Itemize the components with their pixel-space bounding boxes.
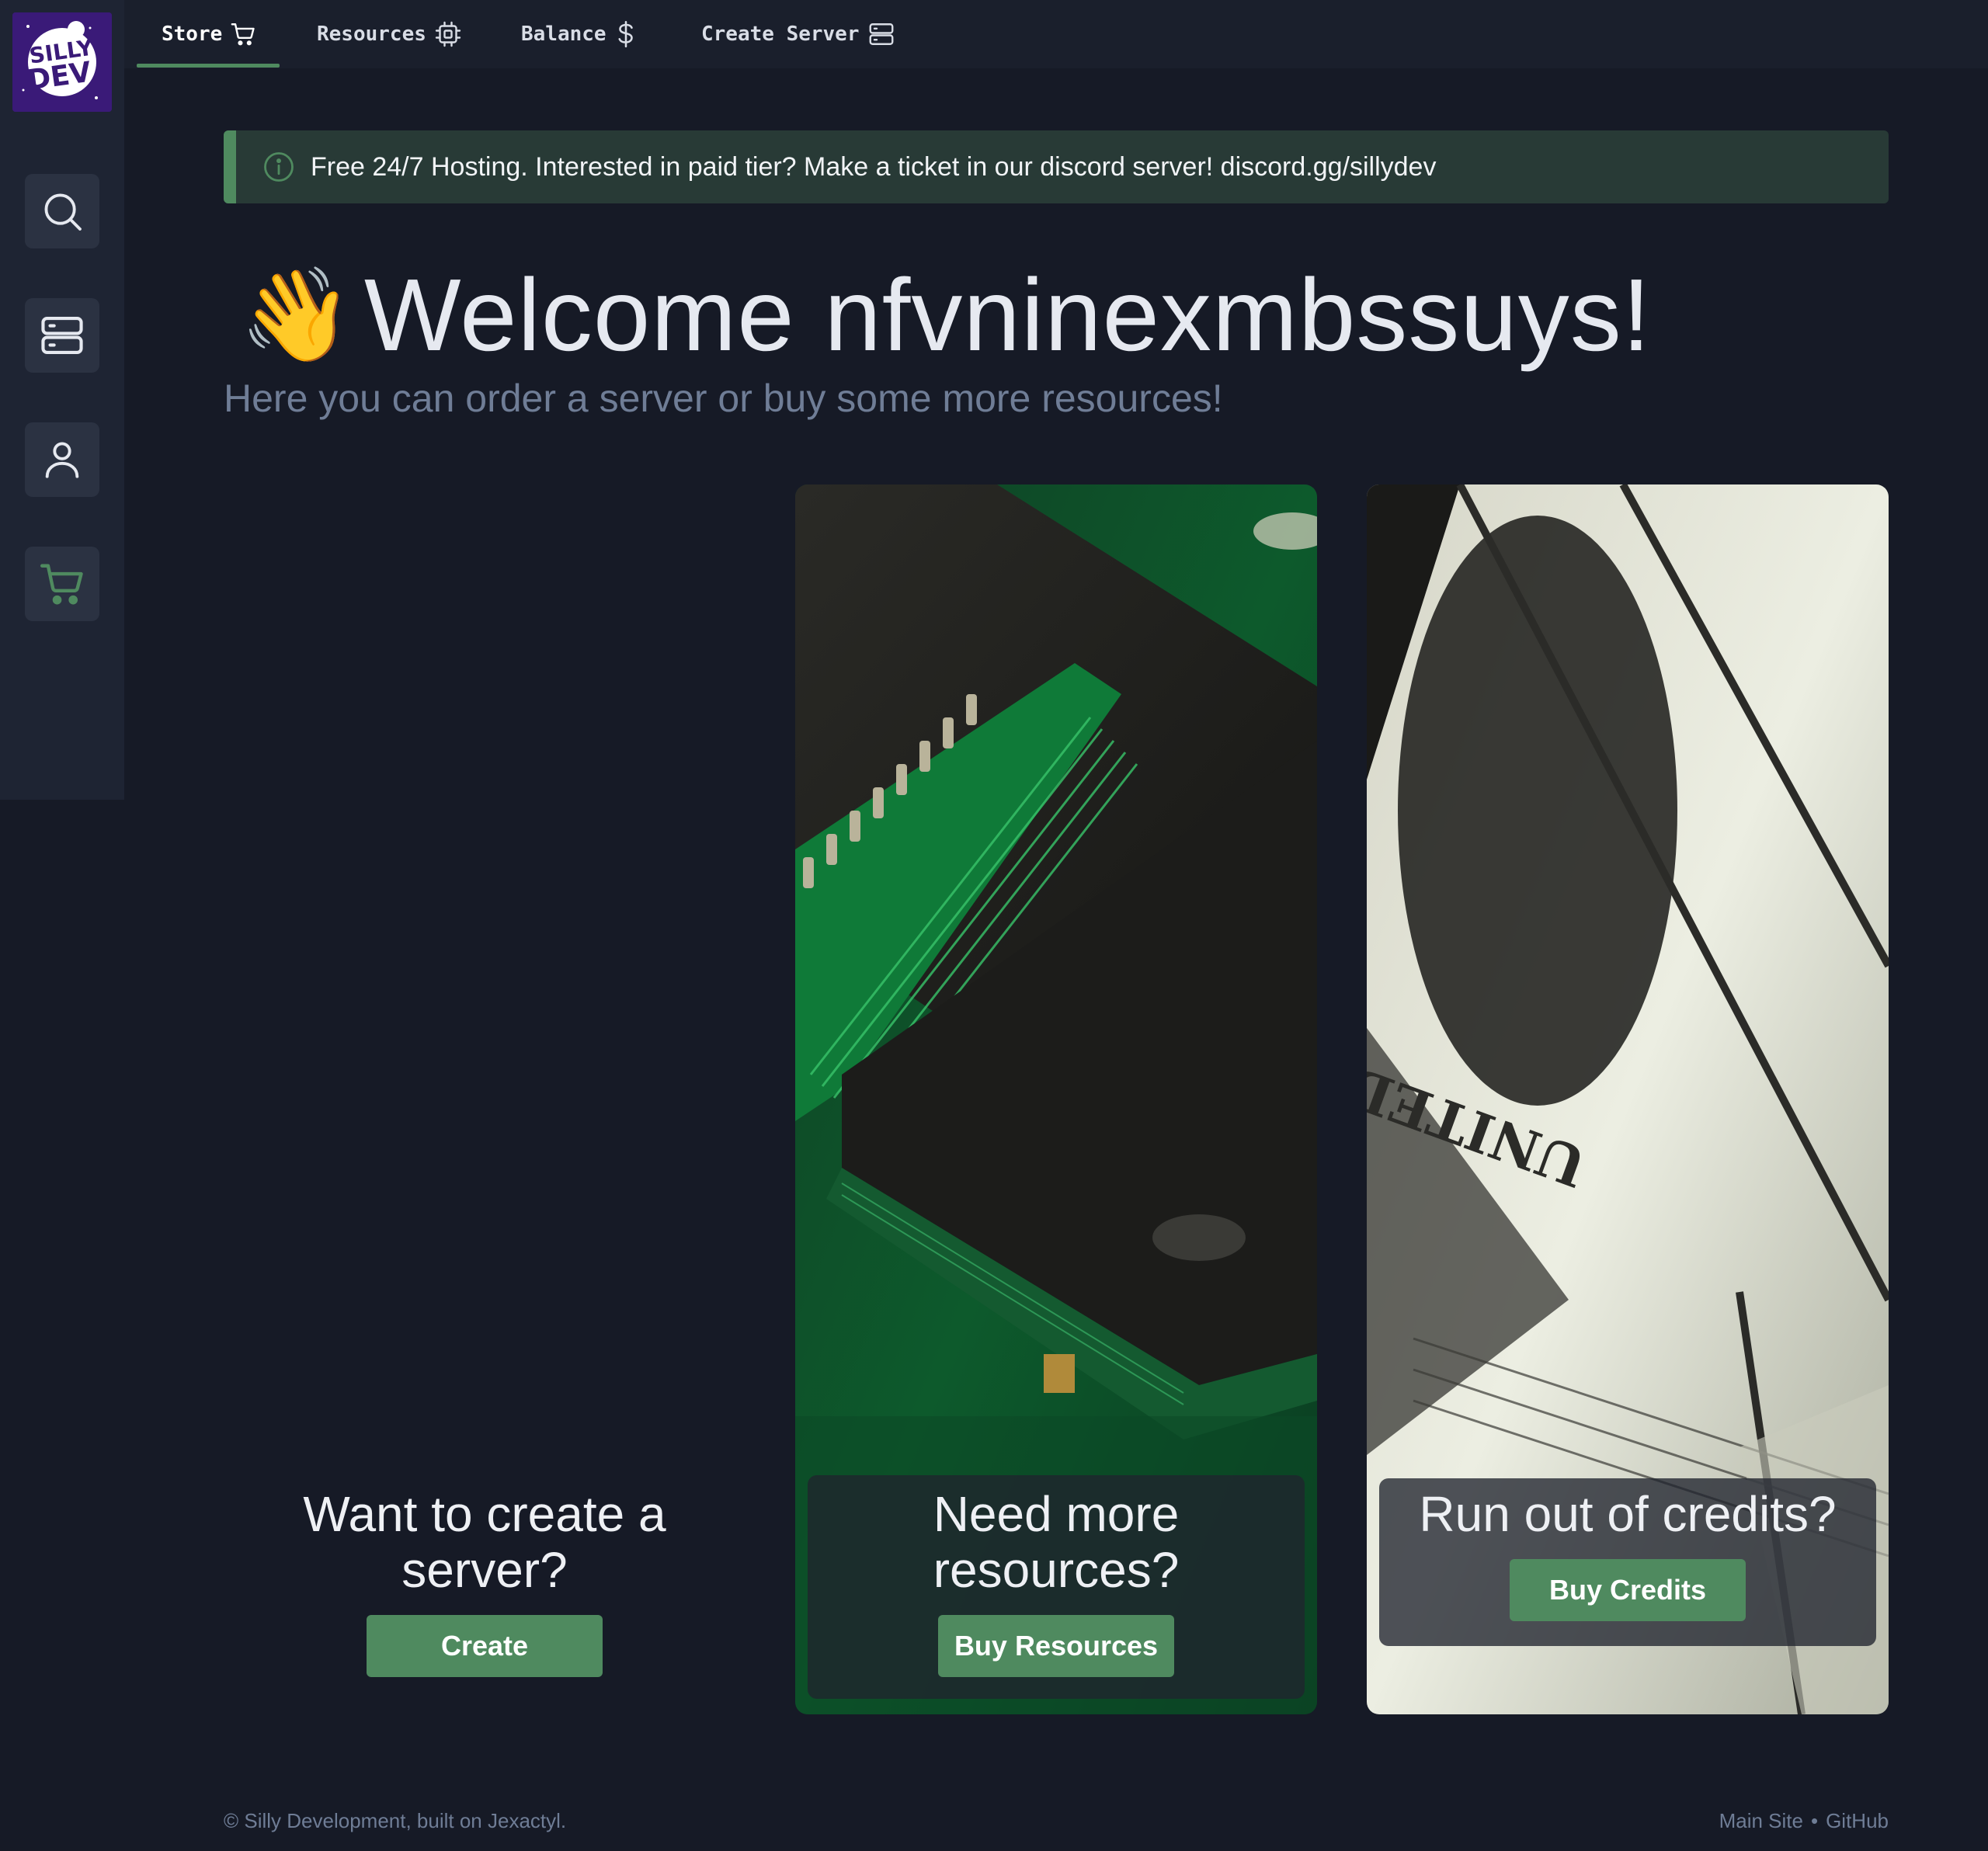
cart-icon xyxy=(40,564,83,605)
create-server-card: Want to create a server? Create xyxy=(224,484,746,1714)
tab-create-server-label: Create Server xyxy=(701,23,860,46)
welcome-heading: 👋 Welcome nfvninexmbssuys! xyxy=(239,256,1651,373)
buy-resources-button[interactable]: Buy Resources xyxy=(938,1615,1174,1677)
alert-text: Free 24/7 Hosting. Interested in paid ti… xyxy=(311,152,1437,182)
cart-icon xyxy=(231,23,255,46)
tab-resources-label: Resources xyxy=(317,23,426,46)
github-link[interactable]: GitHub xyxy=(1826,1809,1889,1833)
tab-balance[interactable]: Balance xyxy=(521,0,638,68)
active-tab-indicator xyxy=(137,64,280,68)
resources-card: Need more resources? Buy Resources xyxy=(795,484,1317,1714)
info-icon xyxy=(264,152,294,182)
brand-logo[interactable]: SILLY DEV xyxy=(12,12,112,112)
top-nav: Store Resources Balance Create Server xyxy=(124,0,1988,68)
server-icon xyxy=(869,23,893,45)
tab-balance-label: Balance xyxy=(521,23,606,46)
sidebar-item-store[interactable] xyxy=(25,547,99,621)
card-title-line2: server? xyxy=(401,1542,568,1598)
page-subtitle: Here you can order a server or buy some … xyxy=(224,377,1223,420)
tab-store[interactable]: Store xyxy=(162,0,256,68)
user-icon xyxy=(45,442,79,478)
sidebar-item-servers[interactable] xyxy=(25,298,99,373)
buy-credits-button[interactable]: Buy Credits xyxy=(1510,1559,1746,1621)
page-title: Welcome nfvninexmbssuys! xyxy=(363,257,1652,372)
footer-links: Main Site • GitHub xyxy=(1719,1809,1889,1833)
main-site-link[interactable]: Main Site xyxy=(1719,1809,1803,1833)
create-button[interactable]: Create xyxy=(367,1615,603,1677)
waving-hand-emoji: 👋 xyxy=(239,261,353,368)
sidebar-item-account[interactable] xyxy=(25,422,99,497)
alert-accent-bar xyxy=(224,130,236,203)
sidebar-item-search[interactable] xyxy=(25,174,99,248)
footer-copyright: © Silly Development, built on Jexactyl. xyxy=(224,1809,567,1832)
info-alert: Free 24/7 Hosting. Interested in paid ti… xyxy=(224,130,1889,203)
card-title: Run out of credits? xyxy=(1419,1486,1837,1542)
tab-store-label: Store xyxy=(162,23,223,46)
credits-card: UNITED Run out of credits? Buy Credits xyxy=(1367,484,1889,1714)
card-title-line1: Need more xyxy=(933,1486,1180,1542)
card-title-line1: Want to create a xyxy=(303,1486,666,1542)
tab-create-server[interactable]: Create Server xyxy=(701,0,895,68)
card-title-line2: resources? xyxy=(933,1542,1180,1598)
logo-image: SILLY DEV xyxy=(12,12,112,112)
search-icon xyxy=(44,193,82,231)
tab-resources[interactable]: Resources xyxy=(317,0,462,68)
dollar-icon xyxy=(618,20,633,48)
sidebar: SILLY DEV xyxy=(0,0,124,800)
server-icon xyxy=(41,316,83,355)
footer-separator: • xyxy=(1810,1809,1819,1832)
chip-icon xyxy=(435,21,461,47)
